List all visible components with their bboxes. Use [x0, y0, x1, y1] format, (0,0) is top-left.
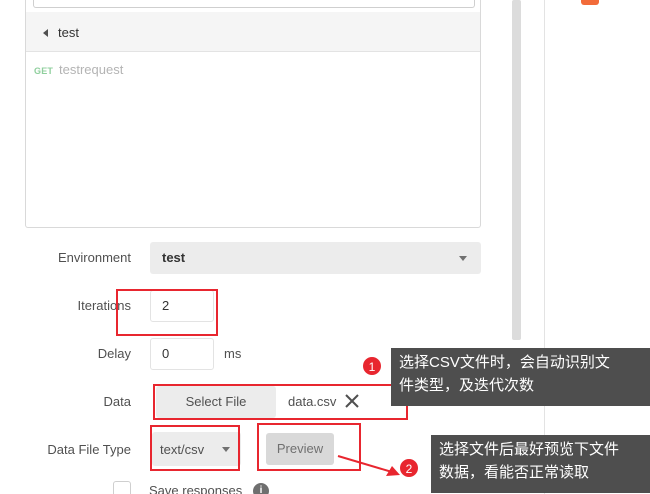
annotation-box-file-type: [150, 425, 240, 471]
callout-2: 选择文件后最好预览下文件 数据，看能否正常读取: [431, 435, 650, 493]
callout-1-line1: 选择CSV文件时，会自动识别文: [399, 354, 610, 371]
data-label: Data: [103, 394, 131, 409]
annotation-arrow: [337, 455, 400, 476]
environment-label: Environment: [58, 250, 131, 265]
collection-search-input[interactable]: [33, 0, 475, 8]
delay-unit: ms: [224, 346, 242, 361]
annotation-box-data: [153, 384, 408, 420]
chevron-down-icon: [459, 256, 467, 261]
environment-select[interactable]: [150, 242, 481, 274]
callout-2-line1: 选择文件后最好预览下文件: [439, 441, 620, 458]
iterations-label: Iterations: [77, 298, 131, 313]
request-item[interactable]: testrequest: [59, 62, 123, 77]
orange-tab-icon[interactable]: [581, 0, 599, 5]
collection-name: test: [58, 25, 79, 40]
request-method-badge: GET: [34, 66, 54, 76]
annotation-box-iterations: [116, 289, 218, 336]
environment-value: test: [162, 250, 186, 265]
callout-1: 选择CSV文件时，会自动识别文 件类型，及迭代次数: [391, 348, 650, 406]
delay-input[interactable]: 0: [150, 338, 214, 370]
callout-2-badge: 2: [399, 458, 419, 478]
callout-2-line2: 数据，看能否正常读取: [439, 464, 590, 481]
callout-1-badge: 1: [362, 356, 382, 376]
save-responses-checkbox[interactable]: [113, 481, 131, 494]
caret-left-icon[interactable]: [43, 29, 48, 37]
scrollbar[interactable]: [512, 0, 521, 340]
info-icon[interactable]: i: [253, 483, 269, 494]
save-responses-label: Save responses: [149, 483, 243, 494]
data-file-type-label: Data File Type: [47, 442, 131, 457]
collection-header[interactable]: [26, 12, 480, 52]
delay-label: Delay: [97, 346, 131, 361]
panel-divider: [544, 0, 545, 494]
callout-1-line2: 件类型，及迭代次数: [399, 377, 535, 394]
